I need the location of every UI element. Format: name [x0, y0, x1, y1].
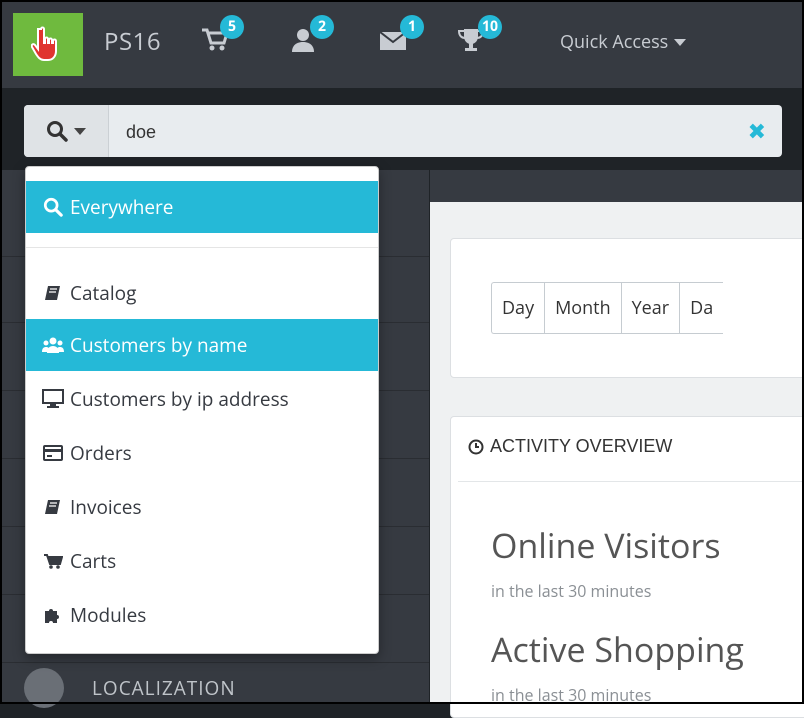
quick-access-label: Quick Access: [560, 30, 669, 54]
clock-icon: [468, 439, 484, 454]
online-visitors-subtitle: in the last 30 minutes: [491, 580, 652, 602]
dropdown-item-label: Modules: [70, 602, 147, 628]
content-header-strip: [430, 170, 804, 202]
notification-messages[interactable]: 1: [378, 15, 424, 54]
notification-trophy[interactable]: 10: [456, 15, 503, 54]
search-icon: [47, 121, 68, 142]
period-button-day-partial[interactable]: Da: [679, 282, 724, 334]
sidebar-item-localization[interactable]: LOCALIZATION: [24, 668, 236, 708]
book-icon: [42, 498, 64, 516]
search-scope-modules[interactable]: Modules: [26, 589, 378, 641]
search-scope-customers-by-ip[interactable]: Customers by ip address: [26, 373, 378, 425]
activity-overview-header: ACTIVITY OVERVIEW: [468, 436, 672, 457]
sidebar-divider: [0, 662, 429, 663]
active-shopping-title: Active Shopping: [491, 626, 744, 672]
close-icon[interactable]: ✖: [748, 119, 766, 143]
period-button-group: Day Month Year Da: [491, 282, 724, 334]
notification-badge: 1: [400, 15, 424, 39]
caret-down-icon: [674, 38, 687, 46]
period-button-year[interactable]: Year: [620, 282, 680, 334]
notification-badge: 2: [310, 15, 334, 39]
top-navbar: PS16 5 2 1 10 Quick Access: [0, 0, 804, 88]
search-scope-dropdown: Everywhere Catalog Customers by name Cus…: [25, 166, 379, 654]
search-icon: [42, 197, 64, 217]
quick-access-menu[interactable]: Quick Access: [560, 30, 687, 54]
period-button-month[interactable]: Month: [544, 282, 621, 334]
search-scope-orders[interactable]: Orders: [26, 427, 378, 479]
users-icon: [42, 336, 64, 354]
cart-icon: [42, 552, 64, 570]
search-scope-catalog[interactable]: Catalog: [26, 267, 378, 319]
online-visitors-title: Online Visitors: [491, 522, 721, 568]
globe-icon: [24, 668, 64, 708]
search-input[interactable]: [124, 116, 708, 148]
search-scope-button[interactable]: [24, 105, 109, 157]
active-shopping-subtitle: in the last 30 minutes: [491, 684, 652, 706]
hand-pointer-icon: [31, 26, 57, 61]
desktop-icon: [42, 389, 64, 409]
activity-overview-title: ACTIVITY OVERVIEW: [490, 436, 673, 456]
dropdown-item-label: Orders: [70, 440, 132, 466]
book-icon: [42, 284, 64, 302]
sidebar-item-label: LOCALIZATION: [92, 675, 236, 701]
notification-customers[interactable]: 2: [290, 15, 334, 54]
divider: [458, 481, 804, 482]
notification-badge: 10: [478, 15, 503, 39]
search-scope-carts[interactable]: Carts: [26, 535, 378, 587]
dropdown-item-label: Customers by name: [70, 332, 248, 358]
dropdown-divider: [26, 247, 378, 248]
search-scope-everywhere[interactable]: Everywhere: [26, 181, 378, 233]
notification-orders[interactable]: 5: [200, 15, 244, 54]
search-scope-customers-by-name[interactable]: Customers by name: [26, 319, 378, 371]
logo-button[interactable]: [13, 13, 83, 76]
dropdown-item-label: Everywhere: [70, 194, 174, 220]
search-scope-invoices[interactable]: Invoices: [26, 481, 378, 533]
notification-badge: 5: [220, 15, 244, 39]
shop-name[interactable]: PS16: [104, 25, 161, 58]
puzzle-icon: [42, 606, 64, 624]
dropdown-item-label: Catalog: [70, 280, 137, 306]
dropdown-item-label: Carts: [70, 548, 117, 574]
credit-card-icon: [42, 445, 64, 461]
caret-down-icon: [74, 127, 86, 135]
search-bar: ✖: [24, 105, 782, 157]
dropdown-item-label: Customers by ip address: [70, 386, 289, 412]
period-button-day[interactable]: Day: [491, 282, 545, 334]
dropdown-item-label: Invoices: [70, 494, 142, 520]
